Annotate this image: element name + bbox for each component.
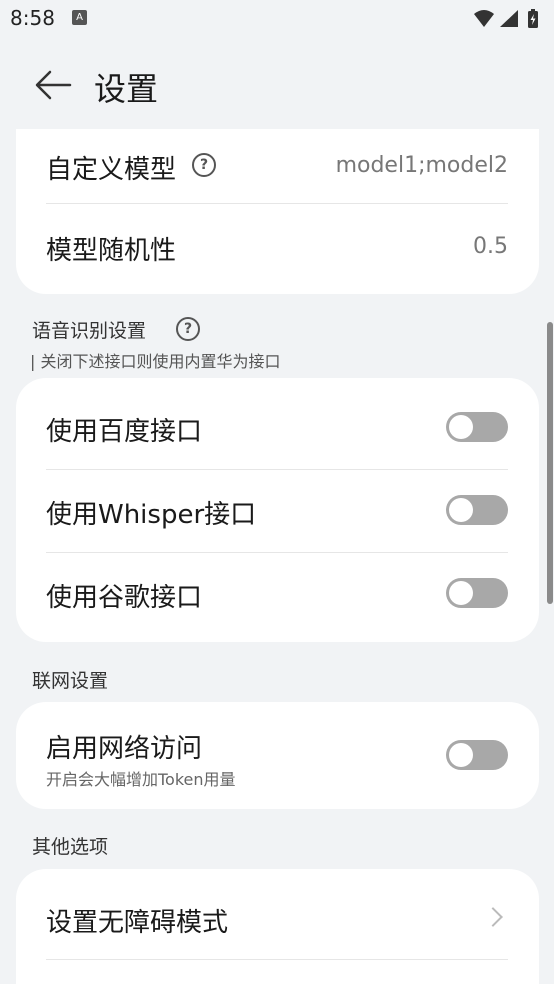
google-label: 使用谷歌接口 xyxy=(46,583,203,613)
baidu-label: 使用百度接口 xyxy=(46,417,203,447)
toggle-knob xyxy=(449,415,473,439)
network-access-row[interactable]: 启用网络访问 开启会大幅增加Token用量 xyxy=(46,702,508,809)
model-randomness-label: 模型随机性 xyxy=(46,236,177,266)
network-access-label: 启用网络访问 xyxy=(46,734,203,764)
whisper-toggle-row[interactable]: 使用Whisper接口 xyxy=(46,470,508,552)
whisper-toggle[interactable] xyxy=(446,495,508,525)
speech-section-subtitle: | 关闭下述接口则使用内置华为接口 xyxy=(30,352,281,371)
chevron-right-icon xyxy=(483,907,503,927)
model-randomness-value: 0.5 xyxy=(473,234,508,259)
back-button[interactable] xyxy=(30,65,76,105)
battery-charging-icon xyxy=(528,9,538,28)
status-bar: 8:58 A xyxy=(0,0,554,40)
help-circle-icon[interactable]: ? xyxy=(192,153,216,177)
whisper-label: 使用Whisper接口 xyxy=(46,500,257,530)
speech-settings-card: 使用百度接口 使用Whisper接口 使用谷歌接口 xyxy=(16,378,539,642)
page-title: 设置 xyxy=(94,70,159,108)
network-access-toggle[interactable] xyxy=(446,740,508,770)
speech-section-title: 语音识别设置 xyxy=(32,320,147,342)
status-icons xyxy=(472,8,544,28)
scrollbar[interactable] xyxy=(547,322,553,604)
custom-model-row[interactable]: 自定义模型 ? model1;model2 xyxy=(46,129,508,203)
app-header: 设置 xyxy=(0,50,554,120)
baidu-toggle-row[interactable]: 使用百度接口 xyxy=(46,378,508,469)
wifi-icon xyxy=(474,10,494,27)
custom-model-value: model1;model2 xyxy=(335,153,508,178)
help-circle-icon[interactable]: ? xyxy=(176,317,200,341)
toggle-knob xyxy=(449,498,473,522)
accessibility-mode-label: 设置无障碍模式 xyxy=(46,908,229,938)
baidu-toggle[interactable] xyxy=(446,412,508,442)
other-settings-card: 设置无障碍模式 xyxy=(16,869,539,984)
signal-icon xyxy=(500,10,518,27)
custom-model-label: 自定义模型 xyxy=(46,155,177,185)
toggle-knob xyxy=(449,581,473,605)
divider xyxy=(46,959,508,960)
accessibility-mode-row[interactable]: 设置无障碍模式 xyxy=(46,869,508,959)
app-notification-icon: A xyxy=(72,10,87,25)
other-section-title: 其他选项 xyxy=(32,836,109,858)
arrow-left-icon xyxy=(35,70,72,100)
toggle-knob xyxy=(449,743,473,767)
status-time: 8:58 xyxy=(10,6,55,30)
network-access-subtitle: 开启会大幅增加Token用量 xyxy=(46,770,236,789)
google-toggle-row[interactable]: 使用谷歌接口 xyxy=(46,553,508,642)
google-toggle[interactable] xyxy=(446,578,508,608)
network-section-title: 联网设置 xyxy=(32,670,109,692)
model-settings-card: 自定义模型 ? model1;model2 模型随机性 0.5 xyxy=(16,129,539,294)
settings-screen: 8:58 A 设置 自定义模型 ? model1;model2 模型随机性 0.… xyxy=(0,0,554,984)
network-settings-card: 启用网络访问 开启会大幅增加Token用量 xyxy=(16,702,539,809)
model-randomness-row[interactable]: 模型随机性 0.5 xyxy=(46,204,508,294)
